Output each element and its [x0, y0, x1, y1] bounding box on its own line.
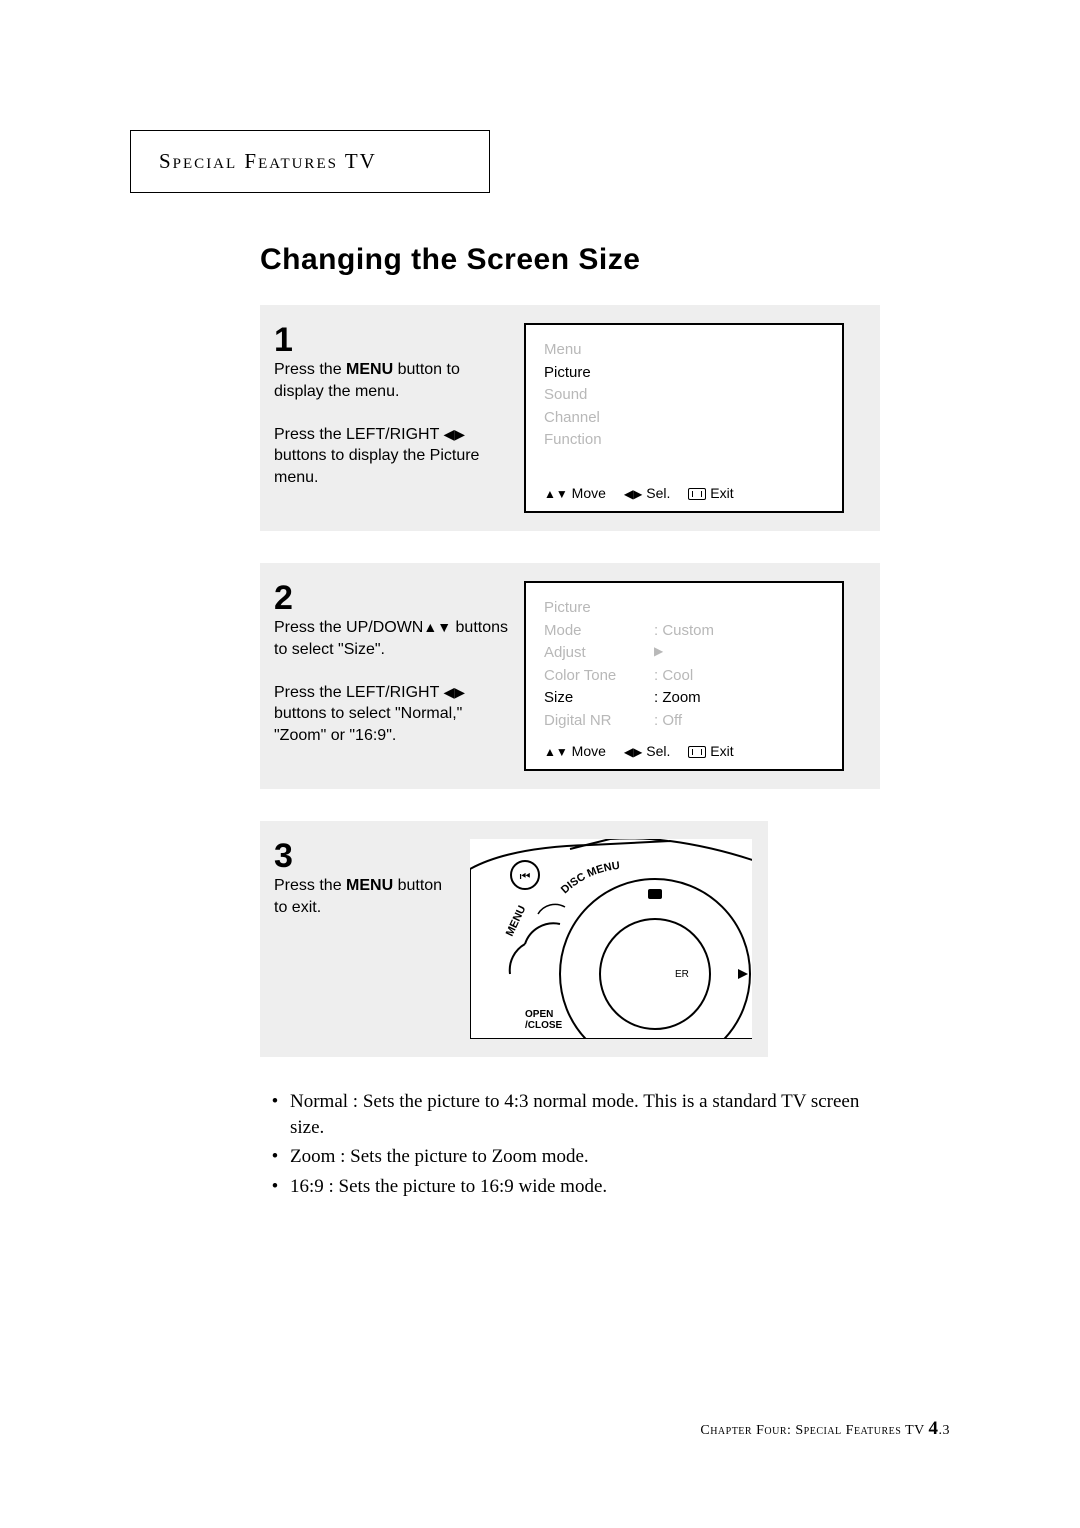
- up-down-arrows-icon: ▲▼: [544, 487, 568, 501]
- svg-text:/CLOSE: /CLOSE: [525, 1020, 563, 1031]
- left-right-arrows-icon: ◀▶: [624, 745, 642, 759]
- page-number-major: 4: [929, 1418, 939, 1439]
- step-number: 2: [274, 581, 508, 615]
- osd-item: Sound: [544, 384, 824, 407]
- page-number-minor: .3: [939, 1423, 951, 1438]
- osd-title: Picture: [544, 597, 824, 620]
- svg-text:⏮: ⏮: [520, 869, 531, 883]
- osd-row: Mode: Custom: [544, 620, 824, 643]
- up-down-arrows-icon: ▲▼: [423, 619, 451, 635]
- osd-menu-list: Menu Picture Sound Channel Function: [544, 339, 824, 452]
- step-number: 3: [274, 839, 454, 873]
- osd-row: Digital NR: Off: [544, 710, 824, 733]
- osd-screen-main-menu: Menu Picture Sound Channel Function ▲▼ M…: [524, 323, 844, 513]
- section-header-label: Special Features TV: [159, 149, 377, 173]
- enter-label: ER: [675, 969, 689, 980]
- list-item: •16:9 : Sets the picture to 16:9 wide mo…: [260, 1174, 880, 1200]
- osd-item: Channel: [544, 407, 824, 430]
- osd-row: Color Tone: Cool: [544, 665, 824, 688]
- dpad-up-icon: [648, 889, 662, 899]
- menu-button-icon: [688, 488, 706, 500]
- step-number: 1: [274, 323, 508, 357]
- left-right-arrows-icon: ◀▶: [444, 684, 466, 700]
- step-1-text: Press the MENU button to display the men…: [274, 359, 508, 489]
- osd-item: Function: [544, 429, 824, 452]
- step-1: 1 Press the MENU button to display the m…: [260, 305, 880, 531]
- osd-screen-picture-menu: Picture Mode: Custom Adjust▶ Color Tone:…: [524, 581, 844, 771]
- section-header-box: Special Features TV: [130, 130, 490, 193]
- osd-nav-hints: ▲▼ Move ◀▶ Sel. Exit: [544, 743, 824, 759]
- steps-container: 1 Press the MENU button to display the m…: [260, 305, 880, 1057]
- left-right-arrows-icon: ◀▶: [624, 487, 642, 501]
- page-title: Changing the Screen Size: [260, 243, 950, 277]
- osd-row: Adjust▶: [544, 642, 824, 665]
- list-item: •Normal : Sets the picture to 4:3 normal…: [260, 1089, 880, 1140]
- osd-row-selected: Size: Zoom: [544, 687, 824, 710]
- menu-button-icon: [688, 746, 706, 758]
- step-2-text: Press the UP/DOWN▲▼ buttons to select "S…: [274, 617, 508, 747]
- list-item: •Zoom : Sets the picture to Zoom mode.: [260, 1144, 880, 1170]
- step-3-text: Press the MENU button to exit.: [274, 875, 454, 918]
- page-footer: Chapter Four: Special Features TV 4.3: [700, 1418, 950, 1440]
- osd-menu-list: Picture Mode: Custom Adjust▶ Color Tone:…: [544, 597, 824, 732]
- submenu-arrow-icon: ▶: [654, 642, 663, 665]
- left-right-arrows-icon: ◀▶: [444, 426, 466, 442]
- open-close-label: OPEN: [525, 1009, 553, 1020]
- step-3: 3 Press the MENU button to exit. ⏮ DISC …: [260, 821, 768, 1057]
- step-2: 2 Press the UP/DOWN▲▼ buttons to select …: [260, 563, 880, 789]
- remote-control-illustration: ⏮ DISC MENU MENU ER OPEN: [470, 839, 752, 1039]
- up-down-arrows-icon: ▲▼: [544, 745, 568, 759]
- osd-item-selected: Picture: [544, 362, 824, 385]
- chapter-label: Chapter Four: Special Features TV: [700, 1423, 928, 1438]
- osd-item: Menu: [544, 339, 824, 362]
- notes-list: •Normal : Sets the picture to 4:3 normal…: [260, 1089, 880, 1200]
- osd-nav-hints: ▲▼ Move ◀▶ Sel. Exit: [544, 485, 824, 501]
